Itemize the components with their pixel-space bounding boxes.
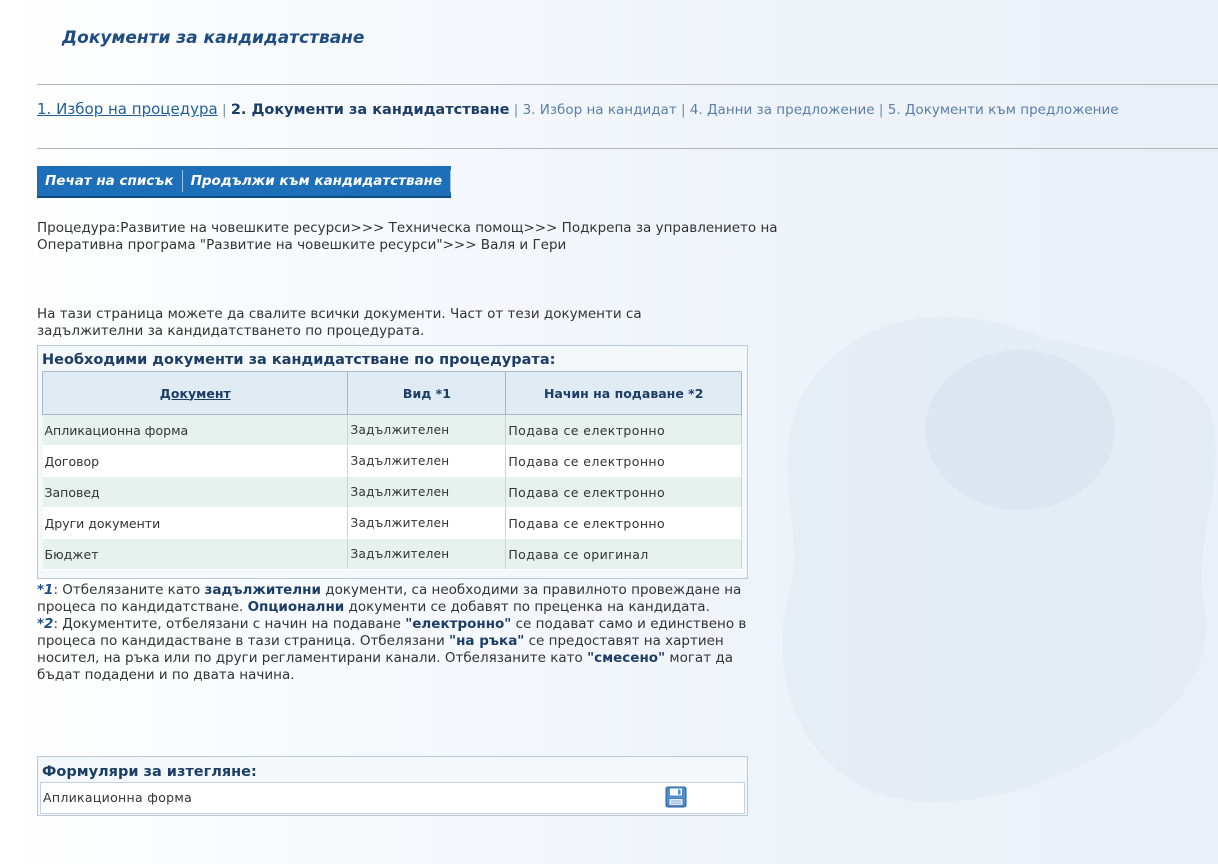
page-title: Документи за кандидатстване (62, 28, 365, 48)
step-separator: | (221, 102, 231, 118)
column-header-document[interactable]: Документ (41, 371, 349, 415)
table-row: Договор Задължителен Подава се електронн… (42, 445, 742, 477)
submission-method: Подава се електронно (505, 507, 742, 539)
table-row: Апликационна форма Задължителен Подава с… (42, 414, 742, 446)
download-forms-box: Формуляри за изтегляне: Апликационна фор… (37, 756, 748, 816)
footnote-2-marker: *2 (37, 616, 54, 632)
footnote-1-marker: *1 (37, 582, 54, 598)
wizard-steps: 1. Избор на процедура | 2. Документи за … (37, 99, 1217, 120)
toolbar-separator (450, 170, 452, 192)
document-name: Апликационна форма (42, 414, 349, 446)
required-documents-title: Необходими документи за кандидатстване п… (42, 352, 556, 368)
document-name: Заповед (42, 476, 349, 508)
document-type: Задължителен (347, 538, 507, 570)
step-separator: | (681, 102, 690, 118)
table-row: Други документи Задължителен Подава се е… (42, 507, 742, 539)
required-documents-box: Необходими документи за кандидатстване п… (37, 345, 748, 579)
footnote-emphasis: Опционални (247, 599, 345, 615)
document-name: Договор (42, 445, 349, 477)
document-name: Бюджет (42, 538, 349, 570)
continue-application-button[interactable]: Продължи към кандидатстване (183, 166, 451, 196)
table-row: Бюджет Задължителен Подава се оригинал (42, 538, 742, 570)
action-toolbar: Печат на списък Продължи към кандидатств… (37, 166, 452, 198)
submission-method: Подава се електронно (505, 414, 742, 446)
bulgaria-map-watermark (782, 316, 1216, 802)
divider (37, 84, 1218, 85)
footnote-text: : Отбелязаните като (53, 582, 205, 598)
document-name: Други документи (42, 507, 349, 539)
step-3: 3. Избор на кандидат (522, 102, 677, 118)
document-type: Задължителен (347, 445, 507, 477)
column-header-type: Вид *1 (347, 371, 507, 415)
table-row: Заповед Задължителен Подава се електронн… (42, 476, 742, 508)
step-separator: | (513, 102, 523, 118)
footnote-text: документи се добавят по преценка на канд… (344, 599, 710, 615)
content-panel: Документи за кандидатстване 1. Избор на … (0, 0, 1218, 864)
step-4: 4. Данни за предложение (689, 102, 875, 118)
step-1-link[interactable]: 1. Избор на процедура (37, 100, 218, 118)
divider (37, 148, 1218, 149)
submission-method: Подава се електронно (505, 476, 742, 508)
print-list-button[interactable]: Печат на списък (37, 166, 182, 196)
table-header-row: Документ Вид *1 Начин на подаване *2 (41, 371, 742, 415)
download-forms-title: Формуляри за изтегляне: (42, 764, 257, 780)
footnote-emphasis: "електронно" (405, 616, 512, 632)
save-icon[interactable] (665, 786, 687, 808)
footnote-emphasis: "на ръка" (449, 633, 525, 649)
step-separator: | (878, 102, 888, 118)
procedure-path: Процедура:Развитие на човешките ресурси>… (37, 220, 778, 253)
intro-text: На тази страница можете да свалите всичк… (37, 306, 642, 339)
submission-method: Подава се електронно (505, 445, 742, 477)
column-header-submission: Начин на подаване *2 (505, 371, 742, 415)
document-type: Задължителен (347, 476, 507, 508)
document-type: Задължителен (347, 414, 507, 446)
list-item: Апликационна форма (40, 782, 745, 814)
documents-table: Документ Вид *1 Начин на подаване *2 Апл… (41, 371, 742, 570)
step-2-current: 2. Документи за кандидатстване (230, 102, 510, 118)
footnotes: *1: Отбелязаните като задължителни докум… (37, 582, 757, 684)
footnote-emphasis: "смесено" (587, 650, 666, 666)
footnote-emphasis: задължителни (204, 582, 321, 598)
form-name: Апликационна форма (43, 790, 193, 805)
footnote-text: : Документите, отбелязани с начин на под… (53, 616, 406, 632)
step-5: 5. Документи към предложение (887, 102, 1119, 118)
document-type: Задължителен (347, 507, 507, 539)
submission-method: Подава се оригинал (505, 538, 742, 570)
